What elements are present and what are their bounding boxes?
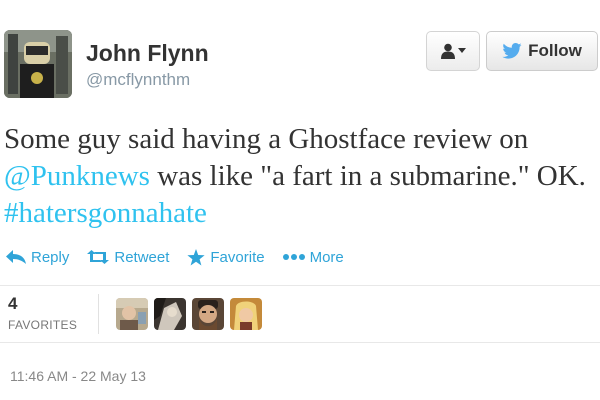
reply-arrow-icon bbox=[6, 250, 26, 264]
tweet-text-start: Some guy said having a Ghostface review … bbox=[4, 123, 529, 155]
person-icon bbox=[440, 43, 455, 59]
screen-name[interactable]: @mcflynnthm bbox=[86, 70, 190, 90]
ellipsis-icon bbox=[282, 254, 305, 260]
favorites-label: FAVORITES bbox=[8, 318, 78, 332]
display-name[interactable]: John Flynn bbox=[86, 40, 209, 67]
retweet-button[interactable]: Retweet bbox=[87, 249, 169, 266]
mention-link[interactable]: @Punknews bbox=[4, 160, 150, 192]
tweet-stats: 4 FAVORITES bbox=[0, 285, 600, 343]
more-label: More bbox=[309, 248, 344, 266]
favoriter-avatar[interactable] bbox=[154, 298, 186, 330]
user-avatar[interactable] bbox=[4, 30, 72, 98]
tweet-actions: Reply Retweet Favorite More bbox=[6, 246, 362, 268]
star-icon bbox=[187, 248, 205, 265]
user-actions-dropdown[interactable] bbox=[426, 31, 480, 71]
favoriter-avatar[interactable] bbox=[116, 298, 148, 330]
favoriter-avatar[interactable] bbox=[230, 298, 262, 330]
retweet-label: Retweet bbox=[114, 248, 170, 266]
follow-label: Follow bbox=[528, 41, 582, 60]
favorite-label: Favorite bbox=[210, 248, 265, 266]
tweet-header: John Flynn @mcflynnthm Follow bbox=[0, 0, 600, 100]
favorites-count[interactable]: 4 bbox=[8, 294, 17, 314]
stats-divider bbox=[98, 294, 99, 334]
retweet-icon bbox=[87, 250, 110, 264]
twitter-bird-icon bbox=[502, 43, 522, 59]
favoriter-avatar[interactable] bbox=[192, 298, 224, 330]
favorite-button[interactable]: Favorite bbox=[187, 248, 265, 266]
reply-button[interactable]: Reply bbox=[6, 249, 69, 266]
tweet-timestamp[interactable]: 11:46 AM - 22 May 13 bbox=[10, 368, 146, 384]
chevron-down-icon bbox=[457, 48, 466, 53]
favoriters-avatars bbox=[116, 298, 262, 330]
reply-label: Reply bbox=[31, 248, 70, 266]
follow-button[interactable]: Follow bbox=[486, 31, 598, 71]
more-button[interactable]: More bbox=[282, 248, 344, 266]
tweet-text-middle: was like "a fart in a submarine." OK. bbox=[149, 160, 586, 192]
hashtag-link[interactable]: #hatersgonnahate bbox=[4, 197, 207, 229]
tweet-text: Some guy said having a Ghostface review … bbox=[4, 121, 600, 232]
